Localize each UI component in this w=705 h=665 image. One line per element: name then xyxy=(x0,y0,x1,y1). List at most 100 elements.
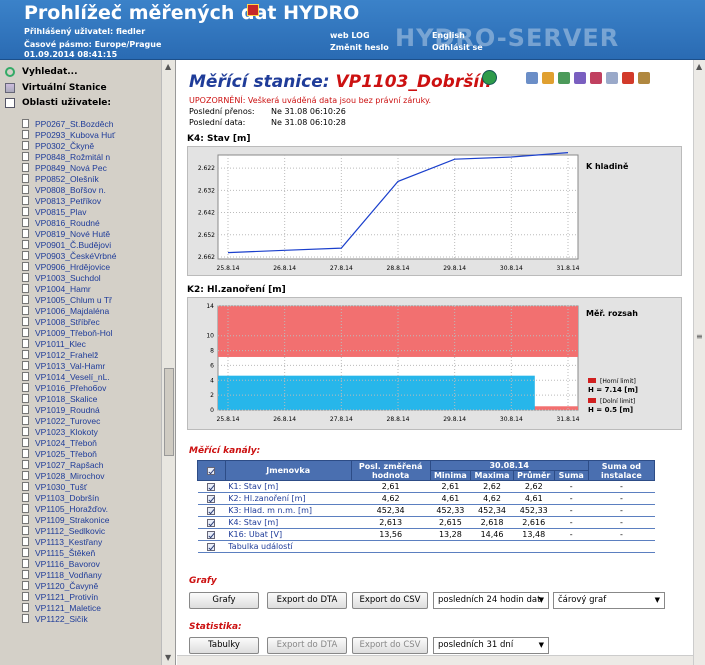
station-list-item[interactable]: VP1006_Majdaléna xyxy=(22,305,162,316)
station-list-item[interactable]: VP0901_Č.Budějovi xyxy=(22,239,162,250)
station-list-item[interactable]: VP0819_Nové Hutě xyxy=(22,228,162,239)
station-list-item[interactable]: VP1103_Dobršín xyxy=(22,492,162,503)
station-list-item[interactable]: VP0808_Bořšov n. xyxy=(22,184,162,195)
station-list-item[interactable]: VP1115_Štěkeň xyxy=(22,547,162,558)
station-list-item[interactable]: VP1016_Přeho6ov xyxy=(22,382,162,393)
station-list-item[interactable]: VP1023_Klokoty xyxy=(22,426,162,437)
station-list-item[interactable]: VP1024_Třeboň xyxy=(22,437,162,448)
config-icon[interactable] xyxy=(558,72,570,84)
cell-name[interactable]: K4: Stav [m] xyxy=(225,516,352,529)
graph-range-select[interactable]: posledních 24 hodin dat ▼ xyxy=(433,592,549,609)
events-table-link[interactable]: Tabulka událostí xyxy=(225,540,655,553)
row-checkbox[interactable] xyxy=(207,518,216,527)
list-icon[interactable] xyxy=(606,72,618,84)
sidebar-user-areas[interactable]: Oblasti uživatele: xyxy=(5,97,111,109)
report-icon[interactable] xyxy=(574,72,586,84)
cell-name[interactable]: K1: Stav [m] xyxy=(225,480,352,493)
graphs-export-csv-button[interactable]: Export do CSV xyxy=(352,592,428,609)
station-list-item[interactable]: VP1014_Veselí_nL. xyxy=(22,371,162,382)
station-list-item[interactable]: VP1028_Mirochov xyxy=(22,470,162,481)
station-list-item[interactable]: VP1120_Čavyně xyxy=(22,580,162,591)
english-link[interactable]: English xyxy=(432,31,465,40)
station-list-item[interactable]: VP1112_Sedlkovic xyxy=(22,525,162,536)
station-list-item[interactable]: VP1008_Stříbřec xyxy=(22,316,162,327)
station-list-item[interactable]: VP0906_Hrdějovice xyxy=(22,261,162,272)
station-list-item[interactable]: PP0849_Nová Pec xyxy=(22,162,162,173)
document-icon xyxy=(22,427,29,436)
row-checkbox-cell[interactable] xyxy=(197,516,226,529)
station-list-item[interactable]: VP1013_Val-Hamr xyxy=(22,360,162,371)
station-list-item[interactable]: VP1005_Chlum u Tř xyxy=(22,294,162,305)
cell-name[interactable]: K3: Hlad. m n.m. [m] xyxy=(225,504,352,517)
station-list-item[interactable]: VP1012_Frahelž xyxy=(22,349,162,360)
logout-link[interactable]: Odhlásit se xyxy=(432,43,483,52)
row-checkbox[interactable] xyxy=(207,494,216,503)
station-list-item[interactable]: VP1009_Třeboň-Hol xyxy=(22,327,162,338)
station-list-item[interactable]: VP1118_Vodňany xyxy=(22,569,162,580)
station-list-item[interactable]: PP0293_Kubova Huť xyxy=(22,129,162,140)
horizontal-scrollbar[interactable] xyxy=(177,655,693,665)
station-list-item[interactable]: PP0267_St.Bozděch xyxy=(22,118,162,129)
users-icon[interactable] xyxy=(542,72,554,84)
station-list-item[interactable]: PP0302_Čkyně xyxy=(22,140,162,151)
cell-name[interactable]: K2: Hl.zanoření [m] xyxy=(225,492,352,505)
stats-range-select[interactable]: posledních 31 dní ▼ xyxy=(433,637,549,654)
station-list-item[interactable]: VP1113_Kestřany xyxy=(22,536,162,547)
row-checkbox-cell[interactable] xyxy=(197,492,226,505)
station-list-item[interactable]: VP0816_Roudné xyxy=(22,217,162,228)
station-list-item[interactable]: VP1121_Protivín xyxy=(22,591,162,602)
station-list-item[interactable]: VP1022_Turovec xyxy=(22,415,162,426)
station-list-item[interactable]: VP1003_Suchdol xyxy=(22,272,162,283)
main-scrollbar[interactable]: ▲ ≡ xyxy=(693,60,705,665)
station-list-item[interactable]: VP1025_Třeboň xyxy=(22,448,162,459)
home-icon[interactable] xyxy=(482,70,497,85)
station-list-item[interactable]: VP1121_Maletice xyxy=(22,602,162,613)
scroll-down-icon[interactable]: ▼ xyxy=(165,653,171,662)
station-list-item[interactable]: VP1018_Skalice xyxy=(22,393,162,404)
scroll-up-icon[interactable]: ▲ xyxy=(165,62,171,71)
sidebar-scrollbar[interactable]: ▲ ▼ xyxy=(161,60,175,665)
tools-icon[interactable] xyxy=(638,72,650,84)
station-list-item[interactable]: VP1019_Roudná xyxy=(22,404,162,415)
events-checkbox[interactable] xyxy=(207,542,216,551)
station-list-item[interactable]: VP1027_Rapšach xyxy=(22,459,162,470)
row-checkbox[interactable] xyxy=(207,482,216,491)
station-list-item[interactable]: PP0848_Rožmitál n xyxy=(22,151,162,162)
row-checkbox-cell[interactable] xyxy=(197,504,226,517)
check-all-header[interactable] xyxy=(197,460,226,481)
events-checkbox-cell[interactable] xyxy=(197,540,226,553)
tables-button[interactable]: Tabulky xyxy=(189,637,259,654)
pdf-icon[interactable] xyxy=(622,72,634,84)
station-list-item[interactable]: VP1030_Tušť xyxy=(22,481,162,492)
graphs-button[interactable]: Grafy xyxy=(189,592,259,609)
station-list-item[interactable]: VP0815_Plav xyxy=(22,206,162,217)
cell-name[interactable]: K16: Ubat [V] xyxy=(225,528,352,541)
sidebar-scroll-thumb[interactable] xyxy=(164,368,174,456)
row-checkbox-cell[interactable] xyxy=(197,480,226,493)
station-list-item[interactable]: VP1011_Klec xyxy=(22,338,162,349)
cell-min: 4,61 xyxy=(430,492,471,505)
station-list-item[interactable]: VP0813_Petříkov xyxy=(22,195,162,206)
scroll-up-icon[interactable]: ▲ xyxy=(696,62,702,71)
row-checkbox[interactable] xyxy=(207,506,216,515)
document-icon xyxy=(22,383,29,392)
station-list-item[interactable]: VP1109_Strakonice xyxy=(22,514,162,525)
station-list-item[interactable]: VP1116_Bavorov xyxy=(22,558,162,569)
row-checkbox-cell[interactable] xyxy=(197,528,226,541)
station-list-item[interactable]: VP1004_Hamr xyxy=(22,283,162,294)
graphs-export-dta-button[interactable]: Export do DTA xyxy=(267,592,347,609)
sidebar-search[interactable]: Vyhledat... xyxy=(5,66,78,78)
check-all-checkbox[interactable] xyxy=(207,466,216,475)
station-list-item[interactable]: VP1105_Horažďov. xyxy=(22,503,162,514)
alarm-icon[interactable] xyxy=(590,72,602,84)
sidebar-virtual-stations[interactable]: Virtuální Stanice xyxy=(5,82,107,94)
station-list-item[interactable]: VP1122_Sičík xyxy=(22,613,162,624)
station-list-item[interactable]: VP0903_ČeskéVrbné xyxy=(22,250,162,261)
row-checkbox[interactable] xyxy=(207,530,216,539)
graph-type-select[interactable]: čárový graf ▼ xyxy=(553,592,665,609)
settings-icon[interactable] xyxy=(526,72,538,84)
station-list-item[interactable]: PP0852_Olešník xyxy=(22,173,162,184)
col-sum: Suma xyxy=(553,470,589,481)
web-log-link[interactable]: web LOG xyxy=(330,31,370,40)
change-password-link[interactable]: Změnit heslo xyxy=(330,43,389,52)
